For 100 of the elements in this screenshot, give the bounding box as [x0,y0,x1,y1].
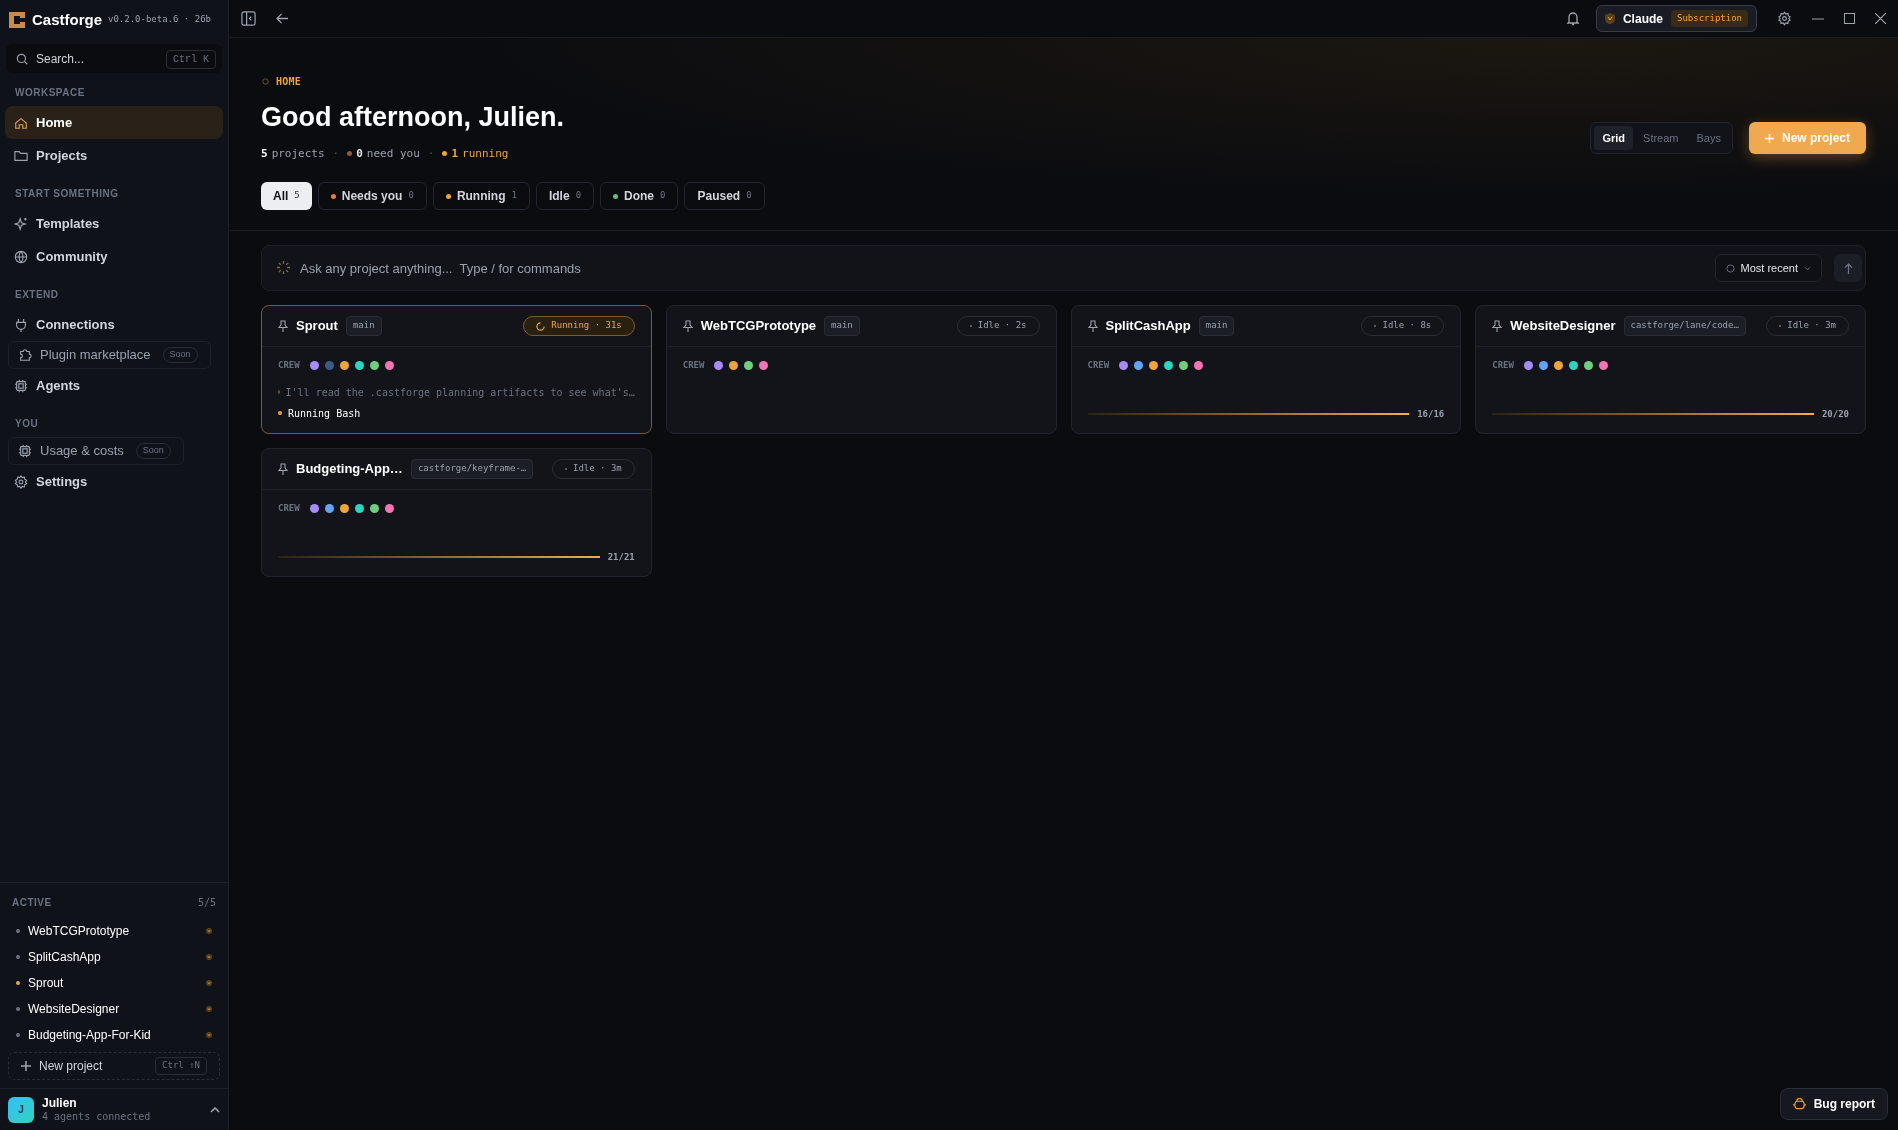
project-name: WebTCGPrototype [700,317,817,336]
filter-chip[interactable]: Needs you 0 [317,182,427,210]
pin-icon[interactable] [1087,319,1098,333]
sidebar-item[interactable]: Agents [5,369,223,402]
bug-report-button[interactable]: Bug report [1779,1088,1888,1120]
send-button[interactable] [1834,254,1862,282]
agent-badge-icon [206,954,212,960]
project-card[interactable]: Budgeting-App… castforge/keyframe-… Idle · 3m CREW 21/21 [261,448,652,577]
folder-icon [14,148,28,163]
pin-icon[interactable] [278,462,288,476]
branch-tag: main [824,316,860,336]
count-label: 5 [294,189,300,203]
user-name: Julien [42,1095,78,1111]
separator-dot: · [427,145,435,162]
project-card[interactable]: WebsiteDesigner castforge/lane/code… Idle · 3m CREW 20/20 [1475,305,1866,434]
project-card[interactable]: Sprout main Running · 31s CREW I'll read the .castforge planning artifacts to see what's… Running Bash [261,305,652,434]
stat-label: 5 projects [261,145,325,162]
message-preview: I'll read the .castforge planning artifacts to see what's… [285,385,635,400]
crew-label: CREW [278,359,300,372]
active-project-item[interactable]: Sprout [8,970,220,996]
chip-icon [18,444,32,458]
sidebar-item[interactable]: Usage & costs Soon [8,437,184,465]
agent-badge-icon [206,980,212,986]
user-status: 4 agents connected [42,1110,152,1124]
puzzle-icon [18,348,32,362]
sidebar-item[interactable]: Templates [5,207,223,240]
chevron-up-icon[interactable] [210,1106,220,1113]
active-project-item[interactable]: WebTCGPrototype [8,918,220,944]
maximize-icon[interactable] [1844,13,1855,24]
plug-icon [14,317,28,332]
stat-label: 0 need you [347,145,420,162]
sort-dropdown[interactable]: Most recent [1714,254,1822,282]
active-project-item[interactable]: WebsiteDesigner [8,996,220,1022]
view-tab[interactable]: Stream [1635,126,1687,150]
project-card[interactable]: SplitCashApp main Idle · 8s CREW 16/16 [1070,305,1462,434]
count-label: 1 [511,189,517,203]
bug-icon [1792,1098,1806,1110]
settings-icon[interactable] [1777,11,1792,26]
sidebar-item[interactable]: Plugin marketplace Soon [8,341,211,369]
page-title: Good afternoon, Julien. [261,101,565,134]
project-name: Sprout [296,317,338,336]
crew-label: CREW [682,359,705,372]
globe-icon [14,249,28,264]
progress-reading: 21/21 [607,550,635,564]
count-label: 0 [746,189,752,203]
version-label: v0.2.0-beta.6 · 26b [108,13,211,27]
filter-chip[interactable]: All 5 [261,182,312,210]
view-tab[interactable]: Bays [1688,126,1729,150]
shield-icon [1604,13,1615,24]
sidebar-item[interactable]: Projects [5,139,223,172]
sidebar-item[interactable]: Connections [5,308,223,341]
back-arrow-icon[interactable] [276,13,289,24]
pin-icon[interactable] [682,319,693,333]
pin-icon[interactable] [1492,319,1503,333]
project-card[interactable]: WebTCGPrototype main Idle · 2s CREW [665,305,1057,434]
chip-icon [14,378,28,393]
project-name: Budgeting-App… [296,460,403,479]
new-project-button[interactable]: New project Ctrl ⇧N [8,1052,220,1080]
active-project-item[interactable]: SplitCashApp [8,944,220,970]
project-name: WebsiteDesigner [1510,317,1616,336]
shortcut-hint: Ctrl K [166,50,216,69]
user-avatar: J [8,1096,34,1123]
provider-selector[interactable]: Claude Subscription [1595,5,1757,32]
section-heading: YOU [14,417,40,431]
filter-chip[interactable]: Idle 0 [535,182,595,210]
bell-icon[interactable] [1565,11,1580,26]
agent-badge-icon [206,1006,212,1012]
sidebar-item[interactable]: Home [5,106,223,139]
branch-tag: main [1198,316,1235,336]
filter-chip[interactable]: Paused 0 [684,182,765,210]
sidebar-item[interactable]: Community [5,240,223,273]
pin-icon[interactable] [278,319,288,333]
branch-tag: main [345,316,382,336]
count-label: 0 [408,189,414,203]
agent-badge-icon [206,928,212,934]
home-icon [14,115,28,130]
plus-icon [21,1061,31,1071]
search-icon [15,52,29,66]
branch-tag: castforge/lane/code… [1623,316,1746,336]
sidebar-toggle-icon[interactable] [241,11,256,26]
progress-reading: 20/20 [1821,407,1849,421]
close-icon[interactable] [1875,13,1886,24]
active-project-item[interactable]: Budgeting-App-For-Kid [8,1022,220,1048]
gear-icon [14,474,28,489]
activity-line: Running Bash [288,406,361,421]
filter-chip[interactable]: Running 1 [432,182,530,210]
progress-reading: 16/16 [1417,407,1445,421]
chevron-down-icon [1804,265,1811,271]
stat-label: 1 running [442,145,509,162]
filter-chip[interactable]: Done 0 [600,182,679,210]
separator-dot: · [332,145,340,162]
sparkles-icon [14,216,28,231]
minimize-icon[interactable] [1812,17,1824,20]
sidebar-item[interactable]: Settings [5,465,223,498]
spinner-icon [277,261,290,274]
arrow-up-icon [1843,262,1853,274]
spinner-icon [536,321,546,331]
view-tab[interactable]: Grid [1594,126,1634,150]
shortcut-hint: Ctrl ⇧N [155,1057,207,1075]
section-heading: START SOMETHING [14,187,120,201]
